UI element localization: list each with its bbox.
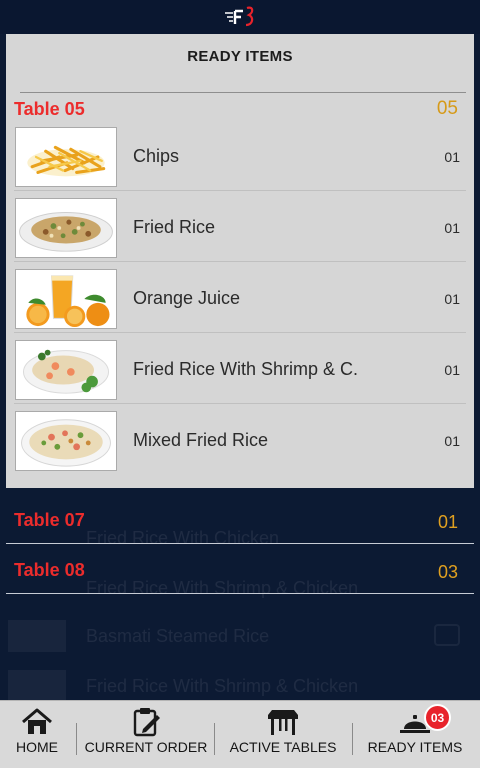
- table-item-count: 03: [437, 562, 458, 582]
- app-logo-icon: [225, 6, 254, 27]
- home-icon: [22, 708, 52, 734]
- item-quantity: 01: [444, 291, 460, 307]
- ready-item[interactable]: Orange Juice 01: [14, 262, 466, 333]
- item-name: Fried Rice: [133, 217, 216, 237]
- table-item-count: 05: [436, 98, 458, 119]
- chips-image: [15, 127, 117, 187]
- item-name: Mixed Fried Rice: [133, 430, 269, 450]
- nav-label: HOME: [16, 739, 58, 755]
- nav-divider: [214, 723, 215, 755]
- nav-current-order[interactable]: CURRENT ORDER: [84, 701, 208, 768]
- nav-label: ACTIVE TABLES: [229, 739, 337, 755]
- ready-item[interactable]: Fried Rice With Shrimp & C. 01: [14, 333, 466, 404]
- bottom-navigation: HOME CURRENT ORDER ACTIVE TABLES READY I…: [0, 700, 480, 768]
- background-row: Basmati Steamed Rice: [0, 616, 480, 656]
- item-quantity: 01: [444, 220, 460, 236]
- app-header: [0, 0, 480, 34]
- panel-title: READY ITEMS: [187, 48, 293, 65]
- table-section-08[interactable]: Table 08 03: [6, 546, 474, 594]
- table-name: Table 05: [14, 99, 85, 119]
- nav-label: READY ITEMS: [367, 739, 463, 755]
- ready-items-badge: 03: [424, 704, 451, 731]
- nav-home[interactable]: HOME: [8, 701, 66, 768]
- ready-item[interactable]: Chips 01: [14, 120, 466, 191]
- table-section-07[interactable]: Table 07 01: [6, 496, 474, 544]
- table-icon: [268, 710, 298, 735]
- orange-juice-image: [15, 269, 117, 329]
- nav-ready-items[interactable]: READY ITEMS: [362, 701, 468, 768]
- item-quantity: 01: [444, 362, 460, 378]
- nav-divider: [76, 723, 77, 755]
- ready-item[interactable]: Fried Rice 01: [14, 191, 466, 262]
- item-name: Fried Rice With Shrimp & C.: [133, 359, 359, 379]
- nav-label: CURRENT ORDER: [84, 739, 208, 755]
- shrimp-rice-image: [15, 340, 117, 400]
- nav-active-tables[interactable]: ACTIVE TABLES: [224, 701, 342, 768]
- ready-items-panel: READY ITEMS Table 05 05 Chips 01 Fried R…: [6, 34, 474, 488]
- table-name: Table 07: [14, 510, 85, 530]
- mixed-rice-image: [15, 411, 117, 471]
- item-quantity: 01: [444, 433, 460, 449]
- table-item-count: 01: [437, 512, 458, 532]
- nav-divider: [352, 723, 353, 755]
- item-name: Orange Juice: [133, 288, 241, 308]
- clipboard-edit-icon: [133, 708, 160, 737]
- table-name: Table 08: [14, 560, 85, 580]
- ready-item[interactable]: Mixed Fried Rice 01: [14, 404, 466, 475]
- item-name: Chips: [133, 146, 180, 166]
- divider: [20, 92, 466, 93]
- item-quantity: 01: [444, 149, 460, 165]
- fried-rice-image: [15, 198, 117, 258]
